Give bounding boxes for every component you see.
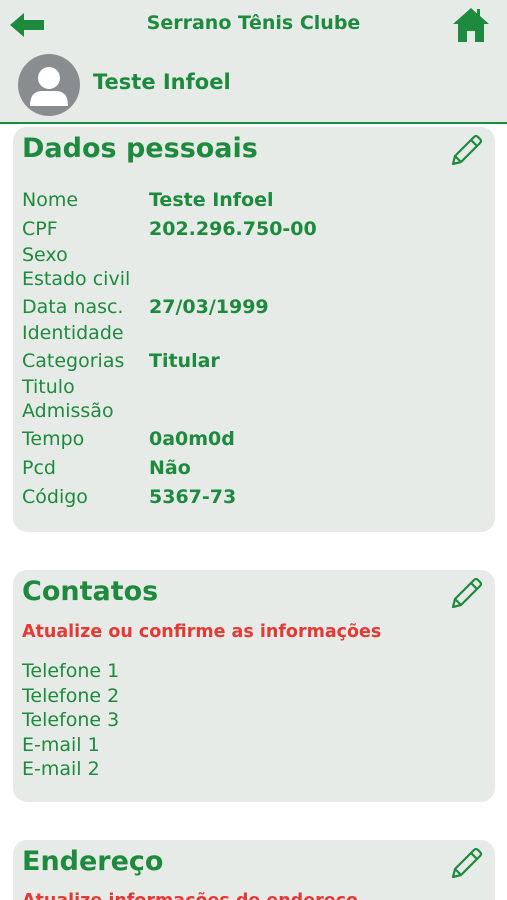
row-label: E-mail 2: [22, 758, 100, 780]
row-estado-civil: Estado civil: [22, 268, 149, 290]
row-email-2: E-mail 2: [22, 758, 100, 780]
row-categorias: Categorias Titular: [22, 350, 220, 372]
row-label: CPF: [22, 218, 58, 240]
edit-address-button[interactable]: [449, 845, 485, 881]
contacts-card: Contatos Atualize ou confirme as informa…: [13, 570, 495, 802]
row-titulo: Titulo: [22, 376, 149, 398]
row-label: Estado civil: [22, 268, 131, 290]
row-email-1: E-mail 1: [22, 734, 100, 756]
row-value: 27/03/1999: [149, 296, 269, 318]
home-button[interactable]: [451, 5, 491, 45]
row-telefone-3: Telefone 3: [22, 709, 119, 731]
row-label: Identidade: [22, 322, 124, 344]
row-label: E-mail 1: [22, 734, 100, 756]
row-codigo: Código 5367-73: [22, 486, 236, 508]
row-telefone-2: Telefone 2: [22, 685, 119, 707]
row-value: Não: [149, 457, 191, 479]
user-avatar-icon: [30, 67, 68, 106]
row-label: Telefone 1: [22, 660, 120, 682]
contacts-warning: Atualize ou confirme as informações: [22, 622, 382, 642]
row-label: Nome: [22, 189, 79, 211]
address-warning: Atualize informações de endereço: [22, 891, 358, 900]
row-nome: Nome Teste Infoel: [22, 189, 274, 211]
row-value: 5367-73: [149, 486, 237, 508]
row-label: Tempo: [22, 428, 85, 450]
row-label: Categorias: [22, 350, 125, 372]
pencil-icon: [451, 577, 483, 609]
home-icon: [453, 8, 489, 42]
personal-data-title: Dados pessoais: [22, 133, 258, 164]
row-value: 0a0m0d: [149, 428, 235, 450]
contacts-title: Contatos: [22, 576, 159, 607]
row-admissao: Admissão: [22, 400, 149, 422]
row-value: 202.296.750-00: [149, 218, 317, 240]
row-label: Data nasc.: [22, 296, 124, 318]
row-data-nasc: Data nasc. 27/03/1999: [22, 296, 269, 318]
row-value: Titular: [149, 350, 220, 372]
edit-contacts-button[interactable]: [449, 575, 485, 611]
row-label: Telefone 3: [22, 709, 120, 731]
row-telefone-1: Telefone 1: [22, 660, 119, 682]
personal-data-card: Dados pessoais Nome Teste Infoel CPF 202.2…: [13, 127, 495, 532]
user-name: Teste Infoel: [93, 70, 231, 94]
row-label: Titulo: [22, 376, 75, 398]
row-sexo: Sexo: [22, 244, 149, 266]
row-value: Teste Infoel: [149, 189, 274, 211]
row-label: Admissão: [22, 400, 114, 422]
app-title: Serrano Tênis Clube: [146, 12, 361, 34]
address-title: Endereço: [22, 846, 164, 877]
row-identidade: Identidade: [22, 322, 149, 344]
pencil-icon: [451, 847, 483, 879]
address-card: Endereço Atualize informações de endereç…: [13, 840, 495, 900]
row-label: Telefone 2: [22, 685, 120, 707]
row-tempo: Tempo 0a0m0d: [22, 428, 235, 450]
row-label: Pcd: [22, 457, 56, 479]
row-label: Código: [22, 486, 88, 508]
row-pcd: Pcd Não: [22, 457, 191, 479]
app-header: Serrano Tênis Clube Teste Infoel: [0, 0, 507, 124]
avatar[interactable]: [18, 54, 80, 116]
row-label: Sexo: [22, 244, 68, 266]
pencil-icon: [451, 134, 483, 166]
edit-personal-data-button[interactable]: [449, 132, 485, 168]
row-cpf: CPF 202.296.750-00: [22, 218, 317, 240]
